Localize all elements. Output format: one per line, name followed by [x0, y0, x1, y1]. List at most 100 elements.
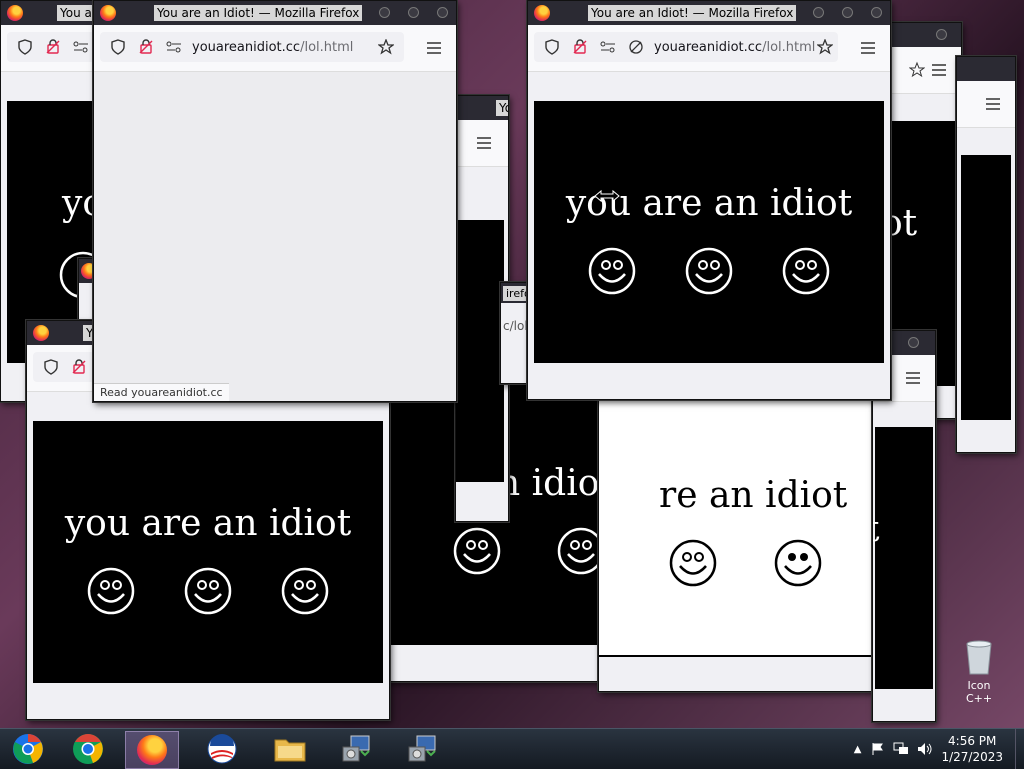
firefox-window-loading[interactable]: You are an Idiot! — Mozilla Firefox youa…: [93, 0, 457, 402]
smiley-icon: [782, 247, 829, 295]
firefox-icon: [100, 5, 116, 21]
desktop-icon-label: Icon C++: [965, 679, 993, 705]
desktop-icon-recycle-bin[interactable]: Icon C++: [956, 636, 1002, 705]
status-text: Read youareanidiot.cc: [94, 383, 229, 401]
chrome-icon: [73, 734, 103, 764]
menu-icon[interactable]: [931, 60, 947, 80]
taskbar-obama-logo[interactable]: [196, 731, 248, 767]
close-button[interactable]: [871, 7, 882, 18]
taskbar: ▲ 4:56 PM 1/27/2023: [0, 728, 1024, 769]
page-content: [456, 220, 504, 482]
show-hidden-icons-icon[interactable]: ▲: [854, 744, 862, 755]
system-tray: ▲ 4:56 PM 1/27/2023: [854, 729, 1024, 769]
close-button[interactable]: [936, 29, 947, 40]
url-bar[interactable]: youareanidiot.cc/lol.html: [534, 32, 838, 62]
title-bar[interactable]: You are an Idiot! — Mozilla Firefox: [94, 1, 456, 25]
close-button[interactable]: [908, 337, 919, 348]
url-bar[interactable]: [7, 32, 101, 62]
message-text: re an idiot: [659, 475, 848, 516]
taskbar-installer-1[interactable]: [330, 731, 382, 767]
smiley-icon: [88, 567, 135, 615]
title-bar[interactable]: You are an Idiot! — Mozilla Firefox: [528, 1, 890, 25]
menu-icon[interactable]: [476, 133, 492, 153]
menu-icon[interactable]: [426, 38, 442, 58]
url-fragment: c/lol: [503, 319, 528, 333]
smiley-row: [534, 247, 884, 295]
smiley-icon: [281, 567, 328, 615]
maximize-button[interactable]: [408, 7, 419, 18]
smiley-icon: [685, 247, 733, 295]
page-content: t: [873, 427, 933, 689]
message-text: yo: [62, 183, 102, 224]
title-bar[interactable]: [881, 23, 961, 47]
firefox-window-back-right-2[interactable]: [956, 56, 1016, 453]
star-icon[interactable]: [815, 37, 835, 57]
permissions-icon: [164, 37, 184, 57]
browser-toolbar: [456, 120, 508, 167]
smiley-icon: [774, 539, 822, 587]
browser-toolbar: [881, 47, 961, 94]
title-bar[interactable]: You: [456, 96, 508, 120]
permissions-icon: [71, 37, 91, 57]
url-bar[interactable]: youareanidiot.cc/lol.html: [100, 32, 404, 62]
show-desktop-button[interactable]: [1015, 729, 1024, 769]
star-icon[interactable]: [376, 37, 396, 57]
installer-icon: [342, 735, 370, 762]
file-explorer-icon: [274, 739, 306, 762]
smiley-icon: [184, 567, 232, 615]
url-host: youareanidiot.cc: [654, 39, 763, 55]
minimize-button[interactable]: [813, 7, 824, 18]
browser-toolbar: youareanidiot.cc/lol.html: [528, 25, 890, 72]
installer-icon: [408, 735, 436, 762]
close-button[interactable]: [437, 7, 448, 18]
smiley-icon: [453, 527, 501, 575]
network-icon[interactable]: [893, 742, 909, 756]
window-title: You are an Idiot! — Mozilla Firefox: [588, 5, 797, 21]
shield-icon: [108, 37, 128, 57]
url-path: /lol.html: [300, 39, 354, 55]
title-bar[interactable]: You are: [1, 1, 101, 25]
volume-icon[interactable]: [917, 742, 933, 756]
shield-icon: [15, 37, 35, 57]
shield-icon: [542, 37, 562, 57]
taskbar-chrome[interactable]: [62, 731, 114, 767]
taskbar-chrome-os[interactable]: [2, 731, 54, 767]
taskbar-firefox[interactable]: [125, 731, 179, 769]
tracker-icon: [43, 37, 63, 57]
taskbar-installer-2[interactable]: [396, 731, 448, 767]
firefox-window-top-right[interactable]: You are an Idiot! — Mozilla Firefox youa…: [527, 0, 891, 400]
autoplay-blocked-icon: [626, 37, 646, 57]
tracker-icon: [570, 37, 590, 57]
window-title: You: [496, 100, 508, 116]
page-content: you are an idiot: [33, 421, 383, 683]
browser-toolbar: [957, 81, 1015, 128]
menu-icon[interactable]: [860, 38, 876, 58]
browser-toolbar: youareanidiot.cc/lol.html: [94, 25, 456, 72]
url-path: /lol.html: [762, 39, 816, 55]
menu-icon[interactable]: [905, 368, 921, 388]
tracker-icon: [69, 357, 89, 377]
firefox-icon: [33, 325, 49, 341]
star-icon[interactable]: [909, 60, 925, 80]
page-content: re an idiot: [599, 401, 871, 657]
chrome-os-icon: [13, 734, 43, 764]
message-text: you are an idiot: [64, 503, 352, 544]
flag-icon[interactable]: [871, 742, 885, 756]
title-bar[interactable]: [957, 57, 1015, 81]
obama-logo-icon: [207, 734, 237, 764]
minimize-button[interactable]: [379, 7, 390, 18]
menu-icon[interactable]: [985, 94, 1001, 114]
firefox-icon: [534, 5, 550, 21]
firefox-icon: [7, 5, 23, 21]
clock-date: 1/27/2023: [941, 750, 1003, 764]
shield-icon: [41, 357, 61, 377]
message-text: t: [873, 509, 933, 550]
smiley-icon: [669, 539, 717, 587]
maximize-button[interactable]: [842, 7, 853, 18]
recycle-bin-icon: [966, 640, 992, 675]
message-text: you are an idiot: [565, 183, 853, 224]
page-content: you are an idiot: [534, 101, 884, 363]
clock[interactable]: 4:56 PM 1/27/2023: [941, 733, 1003, 765]
smiley-row: [33, 567, 383, 615]
taskbar-file-explorer[interactable]: [264, 731, 316, 767]
